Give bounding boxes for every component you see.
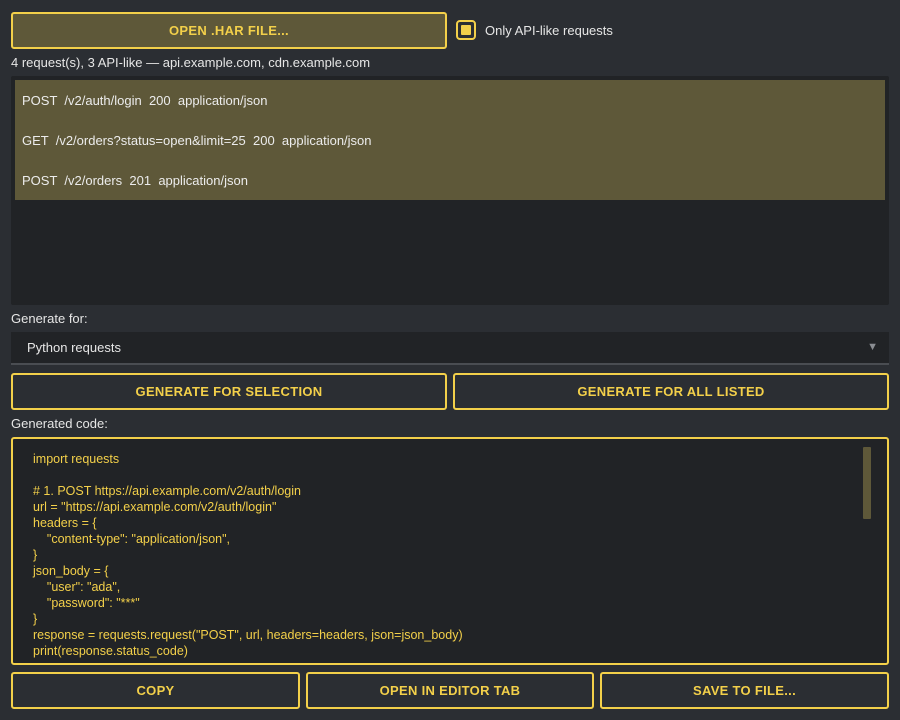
generated-code-label: Generated code: <box>11 416 108 431</box>
checkbox-label: Only API-like requests <box>485 22 613 38</box>
copy-button[interactable]: COPY <box>11 672 300 709</box>
request-row[interactable]: GET /v2/orders?status=open&limit=25 200 … <box>15 120 885 160</box>
only-api-requests-checkbox[interactable]: Only API-like requests <box>456 19 613 41</box>
generated-code-editor[interactable]: import requests # 1. POST https://api.ex… <box>11 437 889 665</box>
checkbox-box[interactable] <box>456 20 476 40</box>
open-in-editor-tab-button[interactable]: OPEN IN EDITOR TAB <box>306 672 594 709</box>
generated-code-text[interactable]: import requests # 1. POST https://api.ex… <box>33 451 853 659</box>
code-scrollbar-thumb[interactable] <box>863 447 871 519</box>
request-list[interactable]: POST /v2/auth/login 200 application/json… <box>11 76 889 305</box>
generate-for-all-button[interactable]: GENERATE FOR ALL LISTED <box>453 373 889 410</box>
request-summary: 4 request(s), 3 API-like — api.example.c… <box>11 55 371 70</box>
checkbox-checked-mark <box>461 25 471 35</box>
open-har-file-button[interactable]: OPEN .HAR FILE... <box>11 12 447 49</box>
har-code-generator-window: OPEN .HAR FILE... Only API-like requests… <box>0 0 900 720</box>
target-language-value: Python requests <box>27 340 121 355</box>
target-language-select[interactable]: Python requests ▼ <box>11 332 889 365</box>
generate-for-label: Generate for: <box>11 311 88 326</box>
request-row[interactable]: POST /v2/auth/login 200 application/json <box>15 80 885 120</box>
chevron-down-icon: ▼ <box>867 341 878 353</box>
generate-for-selection-button[interactable]: GENERATE FOR SELECTION <box>11 373 447 410</box>
save-to-file-button[interactable]: SAVE TO FILE... <box>600 672 889 709</box>
request-row[interactable]: POST /v2/orders 201 application/json <box>15 160 885 200</box>
